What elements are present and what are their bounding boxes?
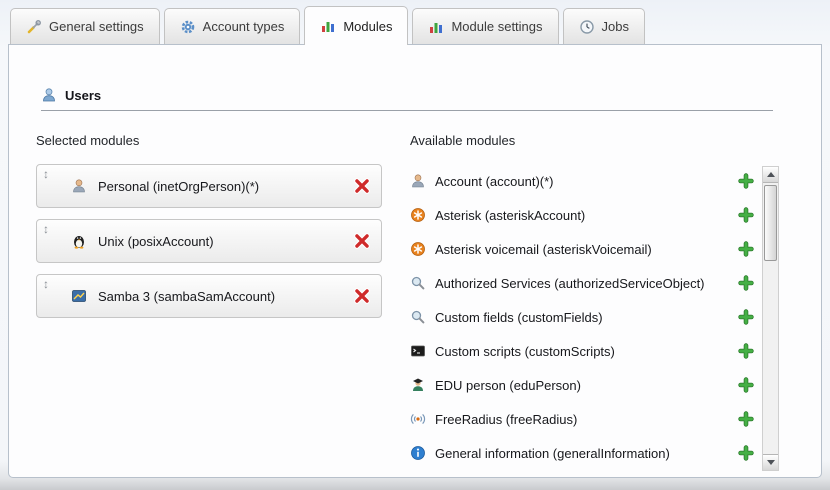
- add-plus-icon: [738, 207, 754, 223]
- add-plus-icon: [738, 377, 754, 393]
- add-plus-icon: [738, 241, 754, 257]
- radio-waves-icon: [410, 411, 426, 427]
- tab-label: Jobs: [602, 19, 629, 34]
- scrollbar-thumb[interactable]: [764, 185, 777, 261]
- add-module-button[interactable]: [738, 411, 754, 427]
- tab-label: Account types: [203, 19, 285, 34]
- add-module-button[interactable]: [738, 377, 754, 393]
- add-plus-icon: [738, 343, 754, 359]
- add-module-button[interactable]: [738, 343, 754, 359]
- samba-icon: [71, 288, 87, 304]
- users-icon: [41, 87, 57, 103]
- add-module-button[interactable]: [738, 275, 754, 291]
- available-modules-heading: Available modules: [410, 133, 760, 148]
- tab-account-types[interactable]: Account types: [164, 8, 301, 44]
- module-label: General information (generalInformation): [435, 446, 670, 461]
- tab-label: Module settings: [451, 19, 542, 34]
- add-plus-icon: [738, 411, 754, 427]
- selected-module-unix[interactable]: ↕ Unix (posixAccount): [36, 219, 382, 263]
- module-label: Unix (posixAccount): [98, 234, 214, 249]
- tools-icon: [26, 19, 42, 35]
- tab-label: Modules: [343, 19, 392, 34]
- tab-modules[interactable]: Modules: [304, 6, 408, 45]
- tab-label: General settings: [49, 19, 144, 34]
- drag-handle-icon[interactable]: ↕: [43, 277, 49, 291]
- available-module-custom-fields: Custom fields (customFields): [410, 300, 760, 334]
- remove-module-button[interactable]: [353, 177, 371, 195]
- module-label: Personal (inetOrgPerson)(*): [98, 179, 259, 194]
- remove-module-button[interactable]: [353, 287, 371, 305]
- delete-x-icon: [353, 232, 371, 250]
- available-module-freeradius: FreeRadius (freeRadius): [410, 402, 760, 436]
- selected-modules-heading: Selected modules: [36, 133, 382, 148]
- available-module-asterisk-voicemail: Asterisk voicemail (asteriskVoicemail): [410, 232, 760, 266]
- drag-handle-icon[interactable]: ↕: [43, 167, 49, 181]
- delete-x-icon: [353, 177, 371, 195]
- add-module-button[interactable]: [738, 445, 754, 461]
- available-module-general-information: General information (generalInformation): [410, 436, 760, 470]
- scroll-up-button[interactable]: [763, 167, 778, 183]
- add-plus-icon: [738, 275, 754, 291]
- tab-general-settings[interactable]: General settings: [10, 8, 160, 44]
- scroll-down-button[interactable]: [763, 454, 778, 470]
- tab-bar: General settings Account types Modules: [10, 8, 645, 44]
- delete-x-icon: [353, 287, 371, 305]
- person-icon: [71, 178, 87, 194]
- module-label: Samba 3 (sambaSamAccount): [98, 289, 275, 304]
- lam-config-page: General settings Account types Modules: [0, 0, 830, 490]
- modules-chart-icon: [320, 18, 336, 34]
- available-module-account: Account (account)(*): [410, 164, 760, 198]
- module-label: Account (account)(*): [435, 174, 554, 189]
- available-module-asterisk: Asterisk (asteriskAccount): [410, 198, 760, 232]
- penguin-icon: [71, 233, 87, 249]
- tab-jobs[interactable]: Jobs: [563, 8, 645, 44]
- add-module-button[interactable]: [738, 309, 754, 325]
- add-module-button[interactable]: [738, 173, 754, 189]
- info-icon: [410, 445, 426, 461]
- add-plus-icon: [738, 173, 754, 189]
- asterisk-icon: [410, 241, 426, 257]
- graduate-icon: [410, 377, 426, 393]
- person-icon: [410, 173, 426, 189]
- add-module-button[interactable]: [738, 241, 754, 257]
- module-label: Custom fields (customFields): [435, 310, 603, 325]
- content-panel: Users Selected modules ↕ Personal (inetO…: [8, 44, 822, 478]
- available-modules-column: Available modules Account (account)(*): [410, 133, 760, 470]
- module-label: Custom scripts (customScripts): [435, 344, 615, 359]
- arrow-up-icon: [767, 172, 775, 177]
- remove-module-button[interactable]: [353, 232, 371, 250]
- selected-module-personal[interactable]: ↕ Personal (inetOrgPerson)(*): [36, 164, 382, 208]
- selected-module-samba3[interactable]: ↕ Samba 3 (sambaSamAccount): [36, 274, 382, 318]
- drag-handle-icon[interactable]: ↕: [43, 222, 49, 236]
- magnifier-icon: [410, 309, 426, 325]
- gear-icon: [180, 19, 196, 35]
- asterisk-icon: [410, 207, 426, 223]
- available-module-custom-scripts: Custom scripts (customScripts): [410, 334, 760, 368]
- arrow-down-icon: [767, 460, 775, 465]
- tab-module-settings[interactable]: Module settings: [412, 8, 558, 44]
- add-plus-icon: [738, 445, 754, 461]
- modules-chart-icon: [428, 19, 444, 35]
- magnifier-icon: [410, 275, 426, 291]
- module-label: FreeRadius (freeRadius): [435, 412, 577, 427]
- available-modules-scrollbar[interactable]: [762, 166, 779, 471]
- add-plus-icon: [738, 309, 754, 325]
- available-module-edu-person: EDU person (eduPerson): [410, 368, 760, 402]
- available-module-authorized-services: Authorized Services (authorizedServiceOb…: [410, 266, 760, 300]
- selected-modules-column: Selected modules ↕ Personal (inetOrgPers…: [36, 133, 382, 329]
- module-label: Authorized Services (authorizedServiceOb…: [435, 276, 705, 291]
- users-section-header: Users: [41, 87, 773, 111]
- module-label: Asterisk (asteriskAccount): [435, 208, 585, 223]
- module-label: Asterisk voicemail (asteriskVoicemail): [435, 242, 652, 257]
- module-label: EDU person (eduPerson): [435, 378, 581, 393]
- add-module-button[interactable]: [738, 207, 754, 223]
- terminal-icon: [410, 343, 426, 359]
- clock-icon: [579, 19, 595, 35]
- page-title: Users: [65, 88, 101, 103]
